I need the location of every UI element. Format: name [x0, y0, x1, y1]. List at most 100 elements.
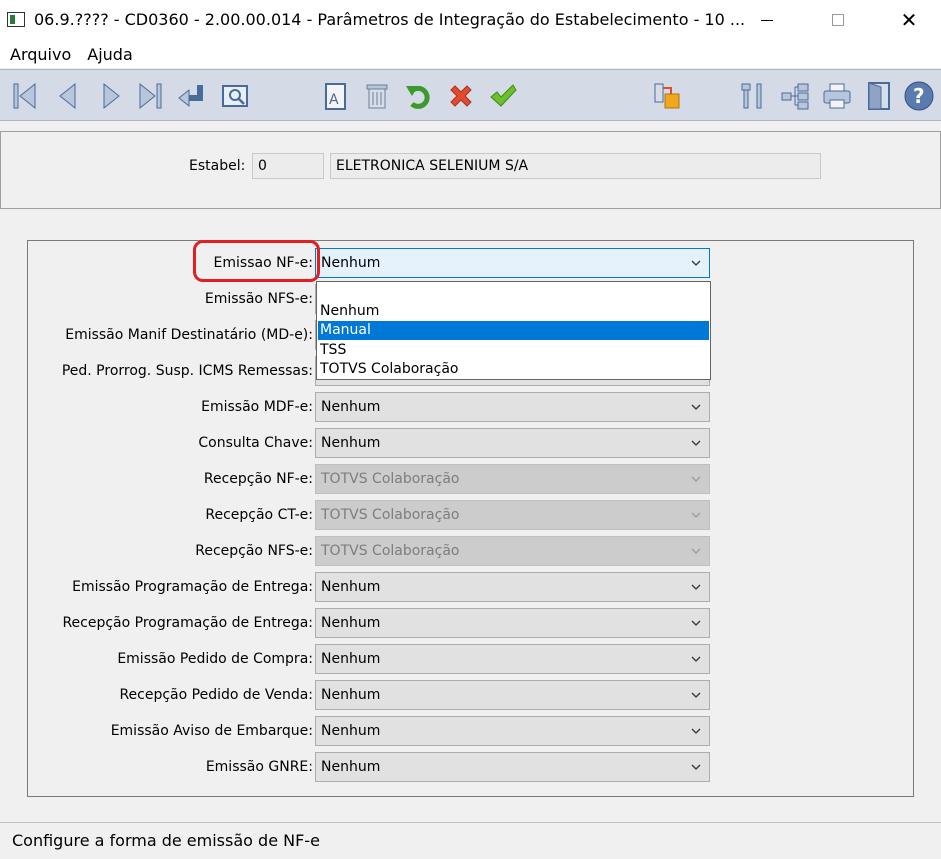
chevron-down-icon [691, 584, 701, 590]
emissao-programacao-entrega-select[interactable]: Nenhum [315, 572, 710, 602]
recepcao-pedido-venda-label: Recepção Pedido de Venda: [119, 687, 313, 703]
svg-text:?: ? [913, 84, 925, 108]
emissao-nfe-dropdown-list[interactable]: Nenhum Manual TSS TOTVS Colaboração [316, 281, 711, 380]
next-record-icon [103, 82, 120, 110]
previous-record-icon [59, 82, 76, 110]
estab-label: Estabel: [189, 158, 246, 174]
recepcao-pedido-venda-value: Nenhum [321, 687, 381, 703]
dropdown-option-nenhum[interactable]: Nenhum [318, 302, 709, 321]
maximize-button[interactable] [815, 0, 861, 40]
next-record-button[interactable] [94, 79, 128, 113]
chevron-down-icon [691, 728, 701, 734]
recepcao-nfe-value: TOTVS Colaboração [321, 471, 460, 487]
app-icon [7, 12, 25, 27]
window-title: 06.9.???? - CD0360 - 2.00.00.014 - Parâm… [34, 10, 746, 29]
estab-code-field[interactable]: 0 [252, 153, 324, 179]
consulta-chave-select[interactable]: Nenhum [315, 428, 710, 458]
emissao-programacao-entrega-label: Emissão Programação de Entrega: [72, 579, 313, 595]
recepcao-pedido-venda-select[interactable]: Nenhum [315, 680, 710, 710]
tools-button[interactable] [736, 79, 770, 113]
chevron-down-icon [691, 404, 701, 410]
emissao-mdfe-label: Emissão MDF-e: [201, 399, 313, 415]
emissao-nfse-label: Emissão NFS-e: [204, 291, 313, 307]
svg-text:A: A [329, 92, 339, 108]
emissao-pedido-compra-label: Emissão Pedido de Compra: [117, 651, 313, 667]
close-button[interactable]: ✕ [886, 0, 932, 40]
chevron-down-icon [691, 656, 701, 662]
recepcao-programacao-entrega-label: Recepção Programação de Entrega: [62, 615, 313, 631]
emissao-aviso-embarque-value: Nenhum [321, 723, 381, 739]
recepcao-nfse-value: TOTVS Colaboração [321, 543, 460, 559]
emissao-nfe-label: Emissao NF-e: [213, 255, 313, 271]
emissao-nfe-value: Nenhum [321, 255, 381, 271]
recepcao-nfse-select: TOTVS Colaboração [315, 536, 710, 566]
delete-button[interactable] [360, 79, 394, 113]
dropdown-option-totvs-colaboracao[interactable]: TOTVS Colaboração [318, 360, 709, 379]
goto-button[interactable] [176, 79, 210, 113]
hierarchy-button[interactable] [778, 79, 812, 113]
emissao-mdfe-value: Nenhum [321, 399, 381, 415]
undo-button[interactable] [402, 79, 436, 113]
chevron-down-icon [691, 620, 701, 626]
help-button[interactable]: ? [902, 79, 936, 113]
chevron-down-icon [691, 692, 701, 698]
exit-icon [868, 82, 890, 110]
ped-prorrog-susp-icms-label: Ped. Prorrog. Susp. ICMS Remessas: [61, 363, 313, 379]
recepcao-cte-label: Recepção CT-e: [205, 507, 313, 523]
emissao-pedido-compra-select[interactable]: Nenhum [315, 644, 710, 674]
emissao-gnre-label: Emissão GNRE: [205, 759, 313, 775]
print-button[interactable] [820, 79, 854, 113]
chevron-down-icon [691, 260, 701, 266]
title-bar: 06.9.???? - CD0360 - 2.00.00.014 - Parâm… [0, 0, 941, 40]
cancel-icon [450, 85, 472, 107]
recepcao-programacao-entrega-value: Nenhum [321, 615, 381, 631]
edit-icon: A [325, 83, 346, 110]
exit-button[interactable] [862, 79, 896, 113]
consulta-chave-value: Nenhum [321, 435, 381, 451]
dropdown-option-tss[interactable]: TSS [318, 341, 709, 360]
status-bar: Configure a forma de emissão de NF-e [0, 822, 941, 859]
menu-ajuda[interactable]: Ajuda [77, 45, 133, 64]
edit-button[interactable]: A [318, 79, 352, 113]
emissao-gnre-select[interactable]: Nenhum [315, 752, 710, 782]
estab-name-field: ELETRONICA SELENIUM S/A [330, 153, 821, 179]
recepcao-nfse-label: Recepção NFS-e: [195, 543, 313, 559]
emissao-mdfe-select[interactable]: Nenhum [315, 392, 710, 422]
integration-icon [654, 83, 680, 109]
last-record-icon [139, 82, 162, 110]
emissao-aviso-embarque-select[interactable]: Nenhum [315, 716, 710, 746]
previous-record-button[interactable] [50, 79, 84, 113]
emissao-nfe-select[interactable]: Nenhum [315, 248, 710, 278]
maximize-icon [832, 14, 844, 26]
undo-icon [406, 85, 430, 109]
confirm-button[interactable] [486, 79, 520, 113]
emissao-gnre-value: Nenhum [321, 759, 381, 775]
recepcao-cte-value: TOTVS Colaboração [321, 507, 460, 523]
print-icon [823, 83, 851, 109]
recepcao-programacao-entrega-select[interactable]: Nenhum [315, 608, 710, 638]
minimize-button[interactable] [744, 0, 790, 40]
chevron-down-icon [691, 440, 701, 446]
search-zoom-icon [222, 85, 248, 107]
integration-button[interactable] [650, 79, 684, 113]
goto-icon [178, 85, 203, 108]
minimize-icon [761, 19, 773, 21]
delete-icon [366, 84, 388, 109]
help-icon: ? [904, 81, 934, 111]
first-record-icon [13, 82, 36, 110]
tools-icon [741, 83, 762, 109]
last-record-button[interactable] [134, 79, 168, 113]
recepcao-nfe-label: Recepção NF-e: [203, 471, 313, 487]
chevron-down-icon [691, 476, 701, 482]
status-text: Configure a forma de emissão de NF-e [12, 831, 320, 850]
toolbar: A ? [0, 69, 941, 121]
dropdown-option-manual[interactable]: Manual [318, 321, 709, 340]
recepcao-nfe-select: TOTVS Colaboração [315, 464, 710, 494]
cancel-button[interactable] [444, 79, 478, 113]
chevron-down-icon [691, 764, 701, 770]
menu-arquivo[interactable]: Arquivo [0, 45, 71, 64]
first-record-button[interactable] [8, 79, 42, 113]
hierarchy-icon [781, 83, 809, 110]
search-button[interactable] [218, 79, 252, 113]
menu-bar: Arquivo Ajuda [0, 40, 941, 68]
